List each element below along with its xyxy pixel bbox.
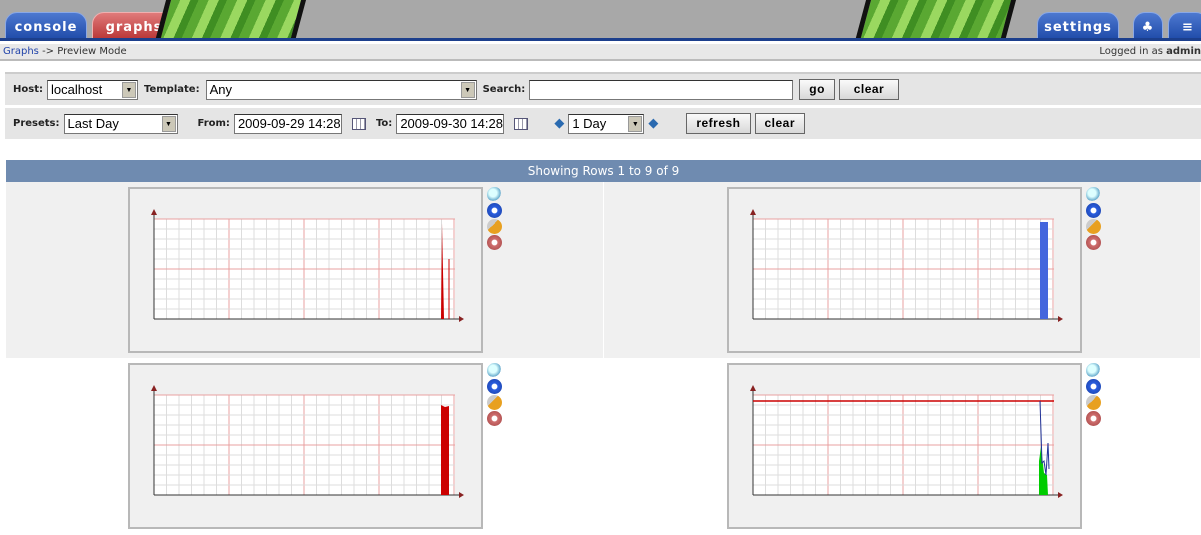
chevron-down-icon: ▼ (121, 81, 136, 98)
graph-table: Showing Rows 1 to 9 of 9 (6, 160, 1201, 534)
template-label: Template: (143, 84, 200, 95)
presets-label: Presets: (13, 118, 60, 129)
tree-icon[interactable]: ♣ (1133, 12, 1163, 38)
graph-cell (604, 182, 1201, 358)
move-up-icon[interactable] (487, 235, 502, 250)
tab-console[interactable]: console (5, 12, 87, 38)
clear-time-button[interactable]: clear (754, 113, 806, 134)
edit-graph-icon[interactable] (1085, 395, 1101, 410)
edit-graph-icon[interactable] (1085, 219, 1101, 234)
graph-cell (6, 358, 604, 534)
shift-left-icon[interactable]: ◆ (554, 116, 564, 131)
zoom-icon[interactable] (487, 363, 502, 378)
header-decoration (152, 0, 308, 38)
graph-image[interactable] (128, 187, 483, 353)
timespan-select[interactable]: 1 Day ▼ (568, 113, 645, 134)
chevron-down-icon: ▼ (628, 115, 643, 132)
y-axis-arrow (151, 209, 157, 215)
graph-image[interactable] (726, 187, 1082, 353)
series-area (1039, 222, 1048, 319)
tab-settings[interactable]: settings (1037, 12, 1119, 38)
move-down-icon[interactable] (1085, 203, 1101, 218)
edit-graph-icon[interactable] (487, 395, 502, 410)
login-status: Logged in as admin (1099, 44, 1201, 59)
login-prefix: Logged in as (1099, 46, 1163, 57)
filter-panel: Host: localhost ▼ Template: Any ▼ Search: … (5, 72, 1201, 145)
shift-right-icon[interactable]: ◆ (648, 116, 658, 131)
zoom-icon[interactable] (1085, 363, 1101, 378)
breadcrumb-graphs-link[interactable]: Graphs (3, 46, 39, 57)
table-header: Showing Rows 1 to 9 of 9 (6, 160, 1201, 182)
go-button[interactable]: go (799, 79, 835, 100)
header: console graphs settings ♣ ≡ (0, 0, 1201, 41)
y-axis-arrow (749, 209, 756, 215)
header-decoration (852, 0, 1018, 38)
graph-cell (6, 182, 604, 358)
y-axis-arrow (749, 385, 756, 391)
presets-select[interactable]: Last Day ▼ (63, 113, 178, 134)
breadcrumb-current: -> Preview Mode (42, 46, 127, 57)
move-up-icon[interactable] (487, 411, 502, 426)
refresh-button[interactable]: refresh (686, 113, 751, 134)
move-up-icon[interactable] (1085, 235, 1101, 250)
host-select[interactable]: localhost ▼ (46, 79, 138, 100)
move-down-icon[interactable] (1085, 379, 1101, 394)
x-axis-arrow (1057, 316, 1063, 322)
table-row (6, 182, 1201, 358)
template-select[interactable]: Any ▼ (205, 79, 477, 100)
to-input[interactable]: 2009-09-30 14:28 (396, 113, 505, 134)
zoom-icon[interactable] (1085, 187, 1101, 202)
graph-image[interactable] (128, 363, 483, 529)
host-label: Host: (13, 84, 43, 95)
from-label: From: (197, 118, 230, 129)
breadcrumb: Graphs -> Preview Mode Logged in as admi… (0, 44, 1201, 61)
x-axis-arrow (459, 492, 464, 498)
x-axis-arrow (459, 316, 464, 322)
series-area (441, 405, 449, 495)
search-input[interactable] (529, 79, 794, 100)
chevron-down-icon: ▼ (460, 81, 475, 98)
x-axis-arrow (1057, 492, 1063, 498)
from-input[interactable]: 2009-09-29 14:28 (233, 113, 342, 134)
y-axis-arrow (151, 385, 157, 391)
move-down-icon[interactable] (487, 203, 502, 218)
graph-cell (604, 358, 1201, 534)
zoom-icon[interactable] (487, 187, 502, 202)
table-row (6, 358, 1201, 534)
move-down-icon[interactable] (487, 379, 502, 394)
list-icon[interactable]: ≡ (1168, 12, 1201, 38)
edit-graph-icon[interactable] (487, 219, 502, 234)
calendar-icon[interactable] (351, 117, 366, 130)
clear-button[interactable]: clear (838, 79, 899, 100)
username: admin (1166, 46, 1201, 57)
move-up-icon[interactable] (1085, 411, 1101, 426)
search-label: Search: (482, 84, 526, 95)
to-label: To: (375, 118, 393, 129)
chevron-down-icon: ▼ (161, 115, 176, 132)
calendar-icon[interactable] (514, 117, 529, 130)
graph-image[interactable] (726, 363, 1082, 529)
